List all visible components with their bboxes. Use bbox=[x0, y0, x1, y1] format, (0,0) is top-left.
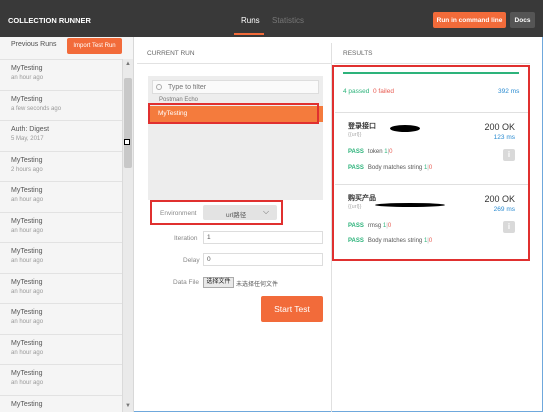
run-name: MyTesting bbox=[11, 339, 43, 347]
annotation-highlight bbox=[150, 200, 283, 225]
run-time: an hour ago bbox=[11, 197, 44, 203]
run-in-command-line-button[interactable]: Run in command line bbox=[433, 12, 506, 28]
run-name: MyTesting bbox=[11, 217, 43, 225]
run-list-item[interactable]: MyTesting an hour ago bbox=[0, 211, 122, 243]
annotation-highlight bbox=[332, 65, 530, 261]
scroll-thumb[interactable] bbox=[124, 78, 132, 168]
search-icon bbox=[156, 84, 162, 90]
annotation-highlight bbox=[148, 103, 319, 124]
resize-handle[interactable] bbox=[124, 139, 130, 145]
run-list-item[interactable]: MyTesting an hour ago bbox=[0, 364, 122, 395]
current-run-label: CURRENT RUN bbox=[147, 50, 195, 57]
run-name: MyTesting bbox=[11, 248, 43, 255]
window-title: COLLECTION RUNNER bbox=[8, 16, 91, 25]
run-list-item[interactable]: MyTesting an hour ago bbox=[0, 181, 122, 212]
scroll-up-arrow-icon[interactable]: ▲ bbox=[124, 60, 132, 69]
run-name: MyTesting bbox=[11, 156, 43, 164]
active-tab-indicator bbox=[234, 33, 264, 35]
run-name: Auth: Digest bbox=[11, 126, 50, 133]
run-time: an hour ago bbox=[11, 288, 44, 295]
docs-button[interactable]: Docs bbox=[510, 12, 535, 28]
scroll-down-arrow-icon[interactable]: ▼ bbox=[124, 402, 132, 411]
run-time: an hour ago bbox=[11, 75, 44, 81]
run-list-item[interactable]: MyTesting an hour ago bbox=[0, 333, 122, 365]
run-time: 2 hours ago bbox=[11, 166, 43, 173]
iteration-input[interactable]: 1 bbox=[203, 231, 323, 244]
run-name: MyTesting bbox=[11, 400, 43, 408]
tab-statistics[interactable]: Statistics bbox=[272, 16, 304, 25]
run-name: MyTesting bbox=[11, 370, 43, 377]
run-name: MyTesting bbox=[11, 65, 43, 72]
divider bbox=[334, 63, 530, 64]
previous-runs-sidebar: Previous Runs Import Test Run MyTesting a… bbox=[0, 37, 134, 412]
run-list-item[interactable]: MyTesting 2 hours ago bbox=[0, 150, 122, 182]
runs-list: MyTesting an hour ago MyTesting a few seco… bbox=[0, 59, 122, 412]
import-test-run-button[interactable]: Import Test Run bbox=[67, 38, 122, 54]
run-name: MyTesting bbox=[11, 309, 43, 316]
delay-label: Delay bbox=[183, 257, 200, 264]
run-time: an hour ago bbox=[11, 380, 44, 386]
delay-input[interactable]: 0 bbox=[203, 253, 323, 266]
run-list-item[interactable]: MyTesting an hour ago bbox=[0, 59, 122, 90]
run-name: MyTesting bbox=[11, 95, 43, 103]
run-list-item[interactable]: Auth: Digest 5 May, 2017 bbox=[0, 120, 122, 151]
start-test-button[interactable]: Start Test bbox=[261, 296, 323, 322]
title-bar: COLLECTION RUNNER Runs Statistics Run in… bbox=[0, 0, 543, 37]
run-time: 5 May, 2017 bbox=[11, 136, 44, 142]
run-list-item[interactable]: MyTesting a few seconds ago bbox=[0, 89, 122, 121]
run-list-item[interactable]: MyTesting an hour ago bbox=[0, 242, 122, 273]
iteration-label: Iteration bbox=[174, 235, 198, 242]
previous-runs-label: Previous Runs bbox=[11, 41, 57, 48]
run-time: a few seconds ago bbox=[11, 105, 62, 112]
divider bbox=[137, 63, 332, 64]
run-time: an hour ago bbox=[11, 227, 44, 234]
run-list-item[interactable]: MyTesting bbox=[0, 394, 122, 412]
sidebar-scrollbar[interactable]: ▲ ▼ bbox=[122, 59, 133, 412]
tab-runs[interactable]: Runs bbox=[241, 16, 260, 25]
collection-picker: Postman Echo MyTesting bbox=[148, 76, 323, 200]
run-list-item[interactable]: MyTesting an hour ago bbox=[0, 272, 122, 304]
data-file-label: Data File bbox=[173, 279, 200, 286]
choose-file-button[interactable]: 选择文件 bbox=[203, 277, 234, 288]
no-file-chosen: 未选择任何文件 bbox=[236, 282, 279, 288]
run-time: an hour ago bbox=[11, 349, 44, 356]
run-list-item[interactable]: MyTesting an hour ago bbox=[0, 303, 122, 334]
run-time: an hour ago bbox=[11, 319, 44, 325]
filter-input[interactable] bbox=[152, 80, 319, 94]
run-time: an hour ago bbox=[11, 258, 44, 264]
current-run-panel: CURRENT RUN Postman Echo MyTesting Envir… bbox=[137, 43, 332, 412]
run-name: MyTesting bbox=[11, 187, 43, 194]
run-name: MyTesting bbox=[11, 278, 43, 286]
results-label: RESULTS bbox=[343, 50, 373, 57]
